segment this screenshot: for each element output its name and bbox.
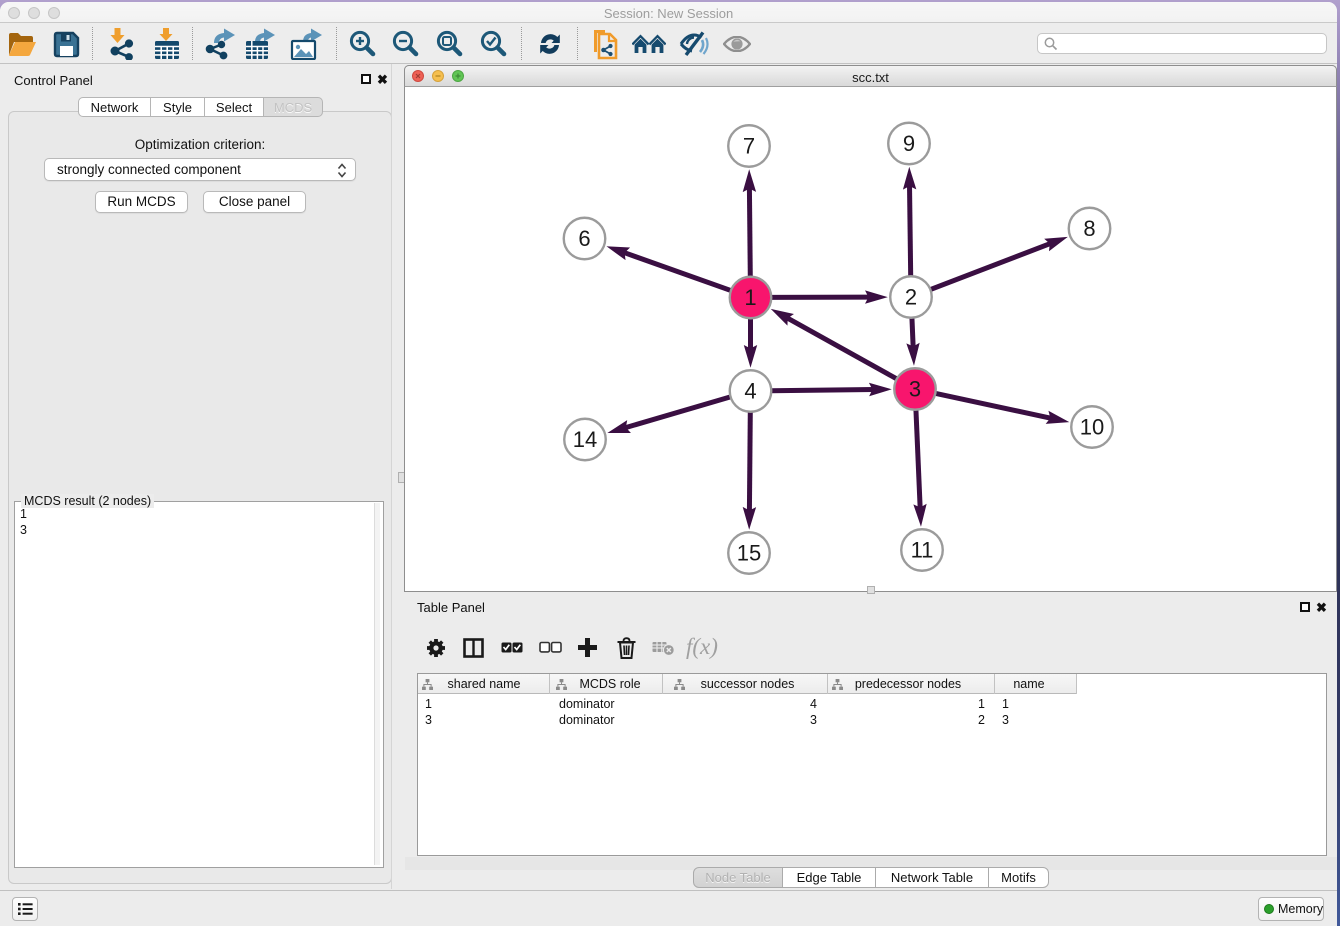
svg-text:2: 2 — [905, 285, 917, 310]
svg-text:14: 14 — [573, 427, 597, 452]
svg-text:1: 1 — [744, 285, 756, 310]
svg-text:10: 10 — [1080, 415, 1104, 440]
svg-text:15: 15 — [737, 541, 761, 566]
svg-text:8: 8 — [1083, 216, 1095, 241]
svg-text:4: 4 — [744, 379, 756, 404]
svg-text:11: 11 — [911, 538, 934, 563]
svg-text:9: 9 — [903, 131, 915, 156]
svg-text:7: 7 — [743, 134, 755, 159]
svg-text:6: 6 — [578, 226, 590, 251]
svg-text:3: 3 — [909, 377, 921, 402]
